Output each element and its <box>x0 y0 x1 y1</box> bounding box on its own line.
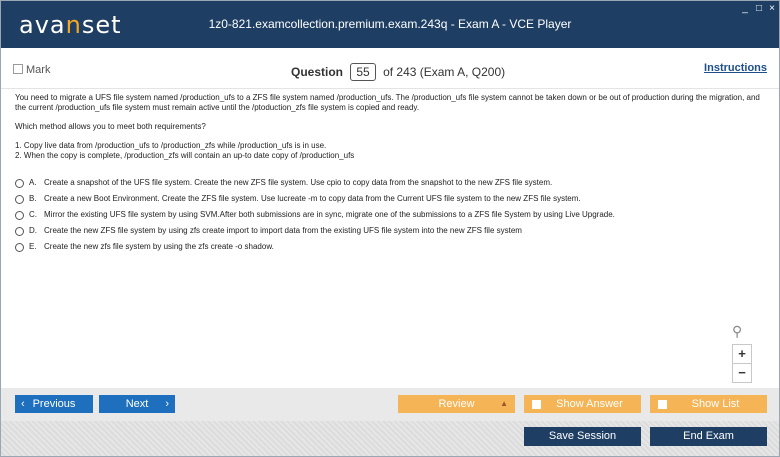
option-text: Create a new Boot Environment. Create th… <box>44 194 581 203</box>
answer-option-b[interactable]: B. Create a new Boot Environment. Create… <box>15 193 765 209</box>
radio-icon[interactable] <box>15 211 24 220</box>
requirement-item: 2. When the copy is complete, /productio… <box>15 151 355 160</box>
next-label: Next <box>125 398 149 410</box>
radio-icon[interactable] <box>15 195 24 204</box>
minimize-icon[interactable]: _ <box>739 3 751 14</box>
question-prompt: Which method allows you to meet both req… <box>15 122 206 131</box>
question-text: You need to migrate a UFS file system na… <box>15 93 760 112</box>
option-letter: A. <box>29 178 37 187</box>
footer-bar: Save Session End Exam <box>1 421 779 456</box>
question-bar: Mark Question 55 of 243 (Exam A, Q200) I… <box>1 48 779 89</box>
show-answer-button[interactable]: Show Answer <box>524 395 641 413</box>
window-title: 1z0-821.examcollection.premium.exam.243q… <box>208 17 572 31</box>
next-button[interactable]: Next › <box>99 395 175 413</box>
question-total: of 243 (Exam A, Q200) <box>383 65 506 79</box>
previous-button[interactable]: ‹ Previous <box>15 395 93 413</box>
maximize-icon[interactable]: □ <box>753 3 765 14</box>
answer-option-d[interactable]: D. Create the new ZFS file system by usi… <box>15 225 765 241</box>
option-text: Create a snapshot of the UFS file system… <box>44 178 553 187</box>
radio-icon[interactable] <box>15 179 24 188</box>
triangle-up-icon: ▲ <box>500 399 508 408</box>
answer-option-c[interactable]: C. Mirror the existing UFS file system b… <box>15 209 765 225</box>
title-bar: avanset 1z0-821.examcollection.premium.e… <box>1 1 779 48</box>
answer-option-a[interactable]: A. Create a snapshot of the UFS file sys… <box>15 177 765 193</box>
zoom-in-button[interactable]: + <box>732 344 752 364</box>
option-letter: E. <box>29 242 37 251</box>
mark-checkbox[interactable]: Mark <box>13 64 50 76</box>
requirements-list: 1. Copy live data from /production_ufs t… <box>15 141 765 161</box>
answer-option-e[interactable]: E. Create the new zfs file system by usi… <box>15 241 765 257</box>
checkbox-icon <box>13 64 23 74</box>
chevron-left-icon: ‹ <box>21 398 25 410</box>
question-counter: Question 55 of 243 (Exam A, Q200) <box>291 63 505 81</box>
question-content: You need to migrate a UFS file system na… <box>15 93 765 257</box>
show-list-button[interactable]: Show List <box>650 395 767 413</box>
question-number-input[interactable]: 55 <box>350 63 376 81</box>
vce-player-window: avanset 1z0-821.examcollection.premium.e… <box>0 0 780 457</box>
instructions-link[interactable]: Instructions <box>704 62 767 74</box>
end-exam-button[interactable]: End Exam <box>650 427 767 446</box>
option-text: Create the new zfs file system by using … <box>44 242 274 251</box>
option-text: Mirror the existing UFS file system by u… <box>44 210 615 219</box>
option-letter: B. <box>29 194 37 203</box>
close-icon[interactable]: × <box>766 3 778 14</box>
option-text: Create the new ZFS file system by using … <box>44 226 522 235</box>
radio-icon[interactable] <box>15 227 24 236</box>
zoom-search-icon: ⚲ <box>732 323 743 339</box>
option-letter: D. <box>29 226 37 235</box>
review-label: Review <box>438 398 475 410</box>
show-answer-label: Show Answer <box>556 398 623 410</box>
question-label: Question <box>291 65 344 79</box>
save-session-button[interactable]: Save Session <box>524 427 641 446</box>
mark-label: Mark <box>26 64 51 76</box>
previous-label: Previous <box>32 398 76 410</box>
show-list-label: Show List <box>691 398 740 410</box>
radio-icon[interactable] <box>15 243 24 252</box>
requirement-item: 1. Copy live data from /production_ufs t… <box>15 141 327 150</box>
zoom-out-button[interactable]: − <box>732 363 752 383</box>
option-letter: C. <box>29 210 37 219</box>
navigation-bar: ‹ Previous Next › Review ▲ Show Answer S… <box>1 388 779 421</box>
review-button[interactable]: Review ▲ <box>398 395 515 413</box>
chevron-right-icon: › <box>165 398 169 410</box>
